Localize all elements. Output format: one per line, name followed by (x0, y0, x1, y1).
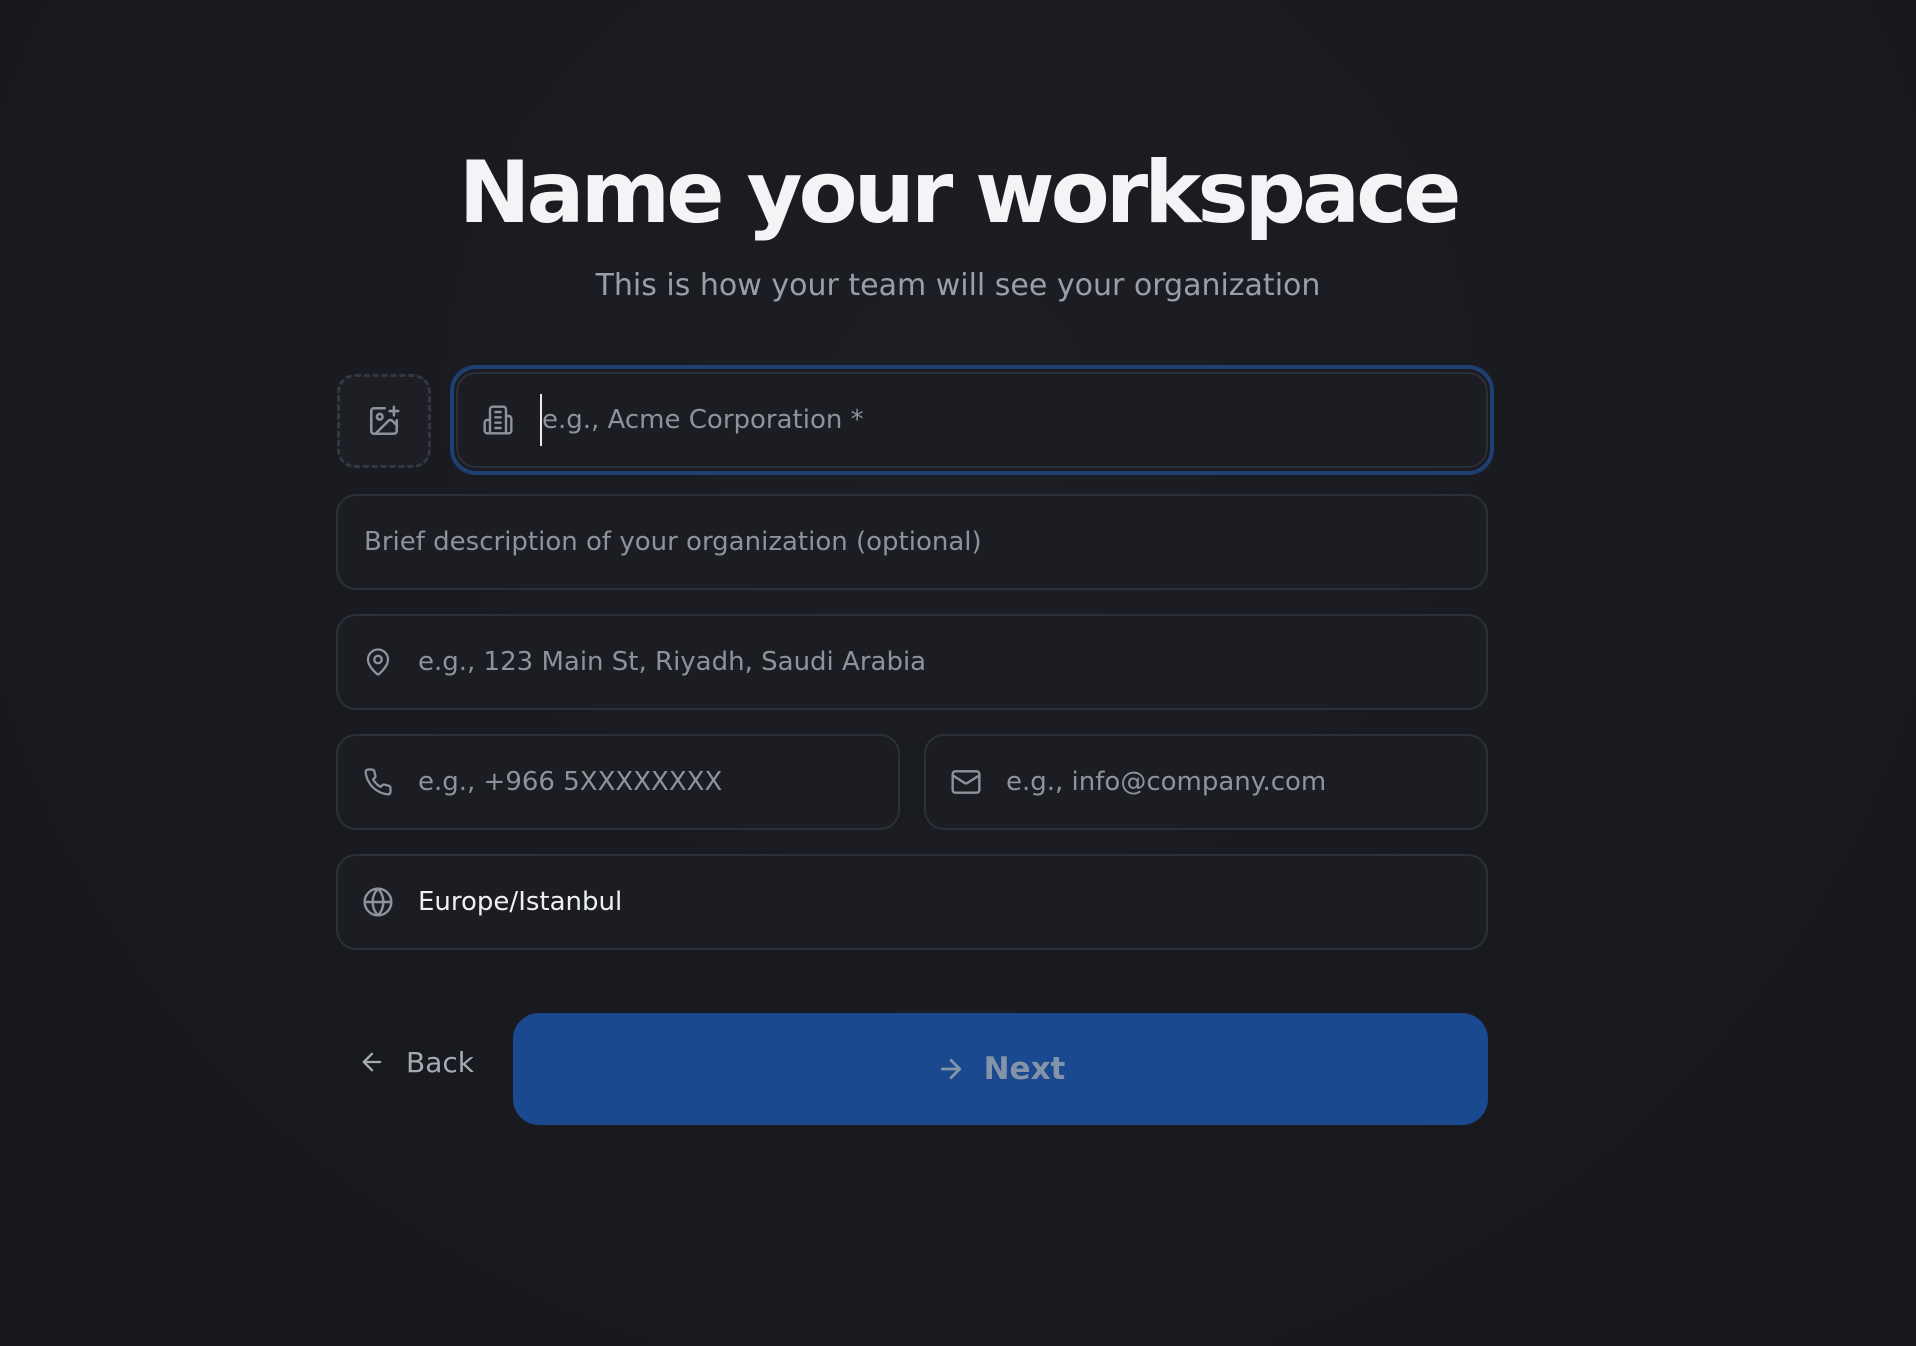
map-pin-icon (362, 646, 394, 678)
arrow-left-icon (358, 1048, 386, 1076)
timezone-select[interactable]: Europe/Istanbul (336, 854, 1488, 950)
address-field[interactable]: e.g., 123 Main St, Riyadh, Saudi Arabia (336, 614, 1488, 710)
mail-icon (950, 766, 982, 798)
phone-input[interactable]: e.g., +966 5XXXXXXXX (418, 767, 722, 797)
back-label: Back (406, 1045, 474, 1079)
next-button[interactable]: Next (513, 1013, 1488, 1125)
phone-field[interactable]: e.g., +966 5XXXXXXXX (336, 734, 900, 830)
org-name-input[interactable]: e.g., Acme Corporation * (542, 405, 864, 435)
arrow-right-icon (936, 1054, 966, 1084)
address-input[interactable]: e.g., 123 Main St, Riyadh, Saudi Arabia (418, 647, 926, 677)
description-field[interactable]: Brief description of your organization (… (336, 494, 1488, 590)
page-title: Name your workspace (458, 143, 1462, 243)
email-field[interactable]: e.g., info@company.com (924, 734, 1488, 830)
phone-icon (362, 766, 394, 798)
org-name-field[interactable]: e.g., Acme Corporation * (456, 372, 1488, 468)
logo-upload-button[interactable] (337, 374, 431, 468)
image-plus-icon (367, 404, 401, 438)
timezone-value: Europe/Istanbul (418, 887, 623, 917)
page-subtitle: This is how your team will see your orga… (595, 268, 1321, 303)
description-input[interactable]: Brief description of your organization (… (364, 527, 982, 557)
back-button[interactable]: Back (358, 1040, 474, 1084)
globe-icon (362, 886, 394, 918)
building-icon (482, 404, 514, 436)
email-input[interactable]: e.g., info@company.com (1006, 767, 1326, 797)
next-label: Next (983, 1051, 1066, 1087)
